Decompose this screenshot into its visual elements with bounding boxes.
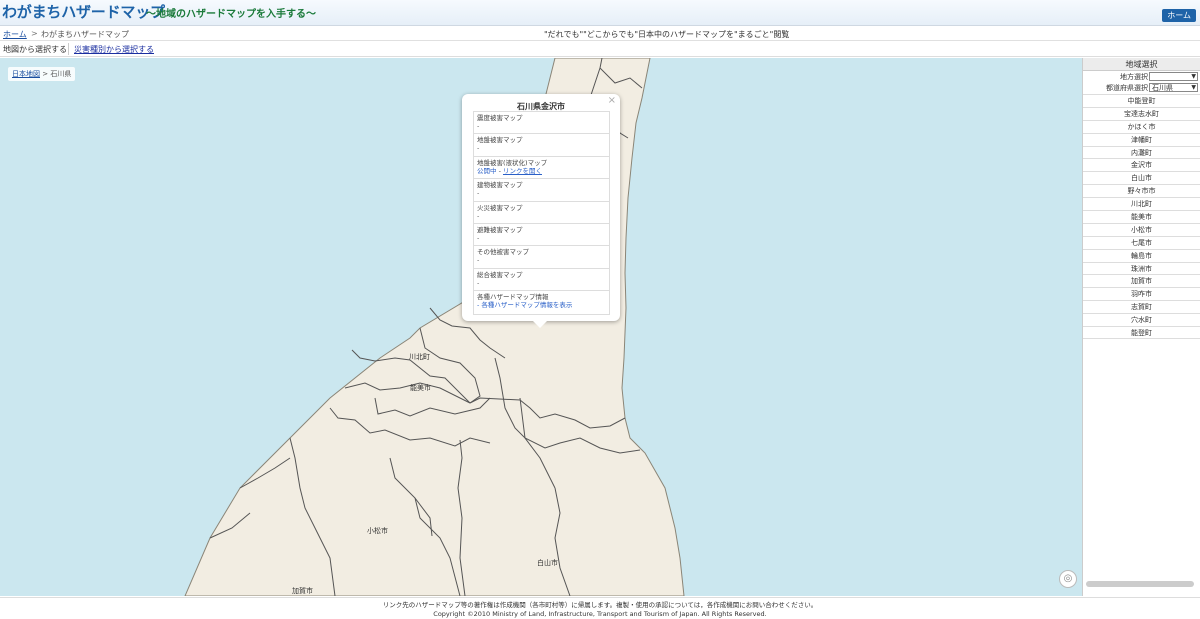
- municipality-item[interactable]: 加賀市: [1083, 274, 1200, 287]
- map-label-kawakita: 川北町: [409, 353, 430, 361]
- municipality-item[interactable]: 輪島市: [1083, 248, 1200, 262]
- popup-show-hazard-info-link[interactable]: - 各種ハザードマップ情報を表示: [477, 301, 606, 309]
- municipality-item[interactable]: 内灘町: [1083, 145, 1200, 159]
- site-subtitle: 〜地域のハザードマップを入手する〜: [146, 9, 316, 20]
- map-label-hakusan: 白山市: [537, 559, 558, 567]
- popup-row: その他被害マップ -: [474, 246, 609, 269]
- sidebar-title: 地域選択: [1083, 58, 1200, 71]
- municipality-item[interactable]: 野々市市: [1083, 184, 1200, 197]
- municipality-item[interactable]: 能登町: [1083, 326, 1200, 339]
- popup-row-name: 建物被害マップ: [477, 181, 523, 190]
- region-sidebar: 地域選択 地方選択 ▼ 都道府県選択 石川県 ▼ 中能登町 宝達志水町 かほく市 津幡…: [1082, 58, 1200, 596]
- site-title[interactable]: わがまちハザードマップ: [2, 1, 165, 22]
- map-popup: × 石川県金沢市 震度被害マップ - 地盤被害マップ - 地盤被害(液状化)マッ…: [462, 94, 620, 321]
- breadcrumb-separator: >: [31, 29, 38, 38]
- popup-row-value: -: [477, 256, 480, 265]
- tab-select-by-disaster[interactable]: 災害種別から選択する: [74, 44, 154, 55]
- map-canvas[interactable]: 日本地図 > 石川県 川北町 能美市 小松市 白山市 加賀市 × 石川県金沢市 …: [0, 58, 1082, 596]
- region-select-row: 地方選択 ▼: [1083, 71, 1200, 82]
- municipality-item[interactable]: 穴水町: [1083, 313, 1200, 326]
- tab-bar: 地図から選択する 災害種別から選択する: [0, 41, 1200, 57]
- map-breadcrumb: 日本地図 > 石川県: [8, 67, 76, 81]
- popup-row: 震度被害マップ -: [474, 112, 609, 135]
- pref-select-label: 都道府県選択: [1106, 84, 1148, 92]
- popup-open-link[interactable]: リンクを開く: [503, 167, 542, 175]
- municipality-item[interactable]: 白山市: [1083, 171, 1200, 184]
- breadcrumb-current: わがまちハザードマップ: [41, 30, 129, 39]
- pref-select-row: 都道府県選択 石川県 ▼: [1083, 82, 1200, 93]
- map-crumb-separator: >: [42, 70, 49, 78]
- popup-row-value: -: [477, 122, 480, 130]
- municipality-item[interactable]: 羽咋市: [1083, 287, 1200, 300]
- map-crumb-current: 石川県: [50, 70, 72, 78]
- popup-row: 地盤被害(液状化)マップ 公開中 - リンクを開く: [474, 157, 609, 180]
- pref-select-value: 石川県: [1152, 84, 1173, 92]
- popup-row-value: -: [477, 211, 480, 220]
- municipality-item[interactable]: 七尾市: [1083, 235, 1200, 249]
- popup-hazard-list: 震度被害マップ - 地盤被害マップ - 地盤被害(液状化)マップ 公開中 - リ…: [473, 111, 610, 315]
- popup-row: 火災被害マップ -: [474, 202, 609, 224]
- popup-row-name: 火災被害マップ: [477, 203, 523, 212]
- popup-row: 避難被害マップ -: [474, 224, 609, 247]
- region-select[interactable]: ▼: [1149, 72, 1198, 81]
- municipality-item[interactable]: 津幡町: [1083, 132, 1200, 146]
- map-label-kaga: 加賀市: [292, 587, 313, 595]
- region-select-label: 地方選択: [1120, 73, 1148, 81]
- popup-row-name: 地盤被害マップ: [477, 136, 523, 145]
- popup-row: 建物被害マップ -: [474, 179, 609, 202]
- municipality-item[interactable]: 川北町: [1083, 197, 1200, 210]
- popup-row-name: 各種ハザードマップ情報: [477, 293, 549, 302]
- municipality-item[interactable]: 金沢市: [1083, 158, 1200, 171]
- municipality-item[interactable]: かほく市: [1083, 119, 1200, 133]
- breadcrumb-home-link[interactable]: ホーム: [3, 29, 27, 40]
- tagline: "だれでも""どこからでも"日本中のハザードマップを"まるごと"閲覧: [544, 30, 790, 39]
- page-footer: リンク先のハザードマップ等の著作権は作成機関（各市町村等）に帰属します。複製・使…: [0, 597, 1200, 619]
- municipality-item[interactable]: 能美市: [1083, 210, 1200, 223]
- municipality-item[interactable]: 珠洲市: [1083, 261, 1200, 275]
- popup-row: 各種ハザードマップ情報 - 各種ハザードマップ情報を表示: [474, 291, 609, 313]
- locate-icon[interactable]: ◎: [1059, 570, 1077, 588]
- municipality-item[interactable]: 志賀町: [1083, 300, 1200, 313]
- home-button[interactable]: ホーム: [1162, 9, 1196, 22]
- popup-row-name: その他被害マップ: [477, 248, 529, 257]
- municipality-item[interactable]: 小松市: [1083, 222, 1200, 236]
- municipality-item[interactable]: 宝達志水町: [1083, 106, 1200, 120]
- tab-divider: [68, 43, 69, 55]
- popup-row-name: 震度被害マップ: [477, 114, 523, 122]
- map-label-komatsu: 小松市: [367, 527, 388, 535]
- pref-select[interactable]: 石川県 ▼: [1149, 83, 1198, 92]
- popup-row-name: 避難被害マップ: [477, 225, 523, 234]
- map-crumb-japan-link[interactable]: 日本地図: [12, 70, 40, 78]
- popup-row-value: -: [477, 144, 480, 153]
- footer-copyright-notice: リンク先のハザードマップ等の著作権は作成機関（各市町村等）に帰属します。複製・使…: [382, 601, 818, 609]
- popup-row: 地盤被害マップ -: [474, 134, 609, 157]
- popup-row-value: -: [477, 233, 480, 242]
- sidebar-scrollbar[interactable]: [1086, 581, 1194, 587]
- municipality-list: 中能登町 宝達志水町 かほく市 津幡町 内灘町 金沢市 白山市 野々市市 川北町 能美市 小松市 七尾…: [1083, 94, 1200, 339]
- popup-row: 総合被害マップ -: [474, 269, 609, 292]
- chevron-down-icon: ▼: [1191, 73, 1196, 80]
- popup-row-name: 地盤被害(液状化)マップ: [477, 158, 548, 167]
- popup-row-name: 総合被害マップ: [477, 270, 523, 279]
- popup-row-value: -: [477, 189, 480, 198]
- footer-copyright: Copyright ©2010 Ministry of Land, Infras…: [433, 610, 767, 618]
- popup-row-value: -: [477, 278, 480, 287]
- breadcrumb: ホーム > わがまちハザードマップ "だれでも""どこからでも"日本中のハザード…: [0, 26, 1200, 41]
- popup-row-status: 公開中: [477, 166, 497, 175]
- popup-tail: [532, 320, 548, 328]
- site-header: わがまちハザードマップ 〜地域のハザードマップを入手する〜 ホーム: [0, 0, 1200, 26]
- map-label-nomi: 能美市: [410, 384, 431, 392]
- municipality-item[interactable]: 中能登町: [1083, 94, 1200, 107]
- chevron-down-icon: ▼: [1191, 84, 1196, 91]
- tab-select-by-map[interactable]: 地図から選択する: [3, 44, 67, 55]
